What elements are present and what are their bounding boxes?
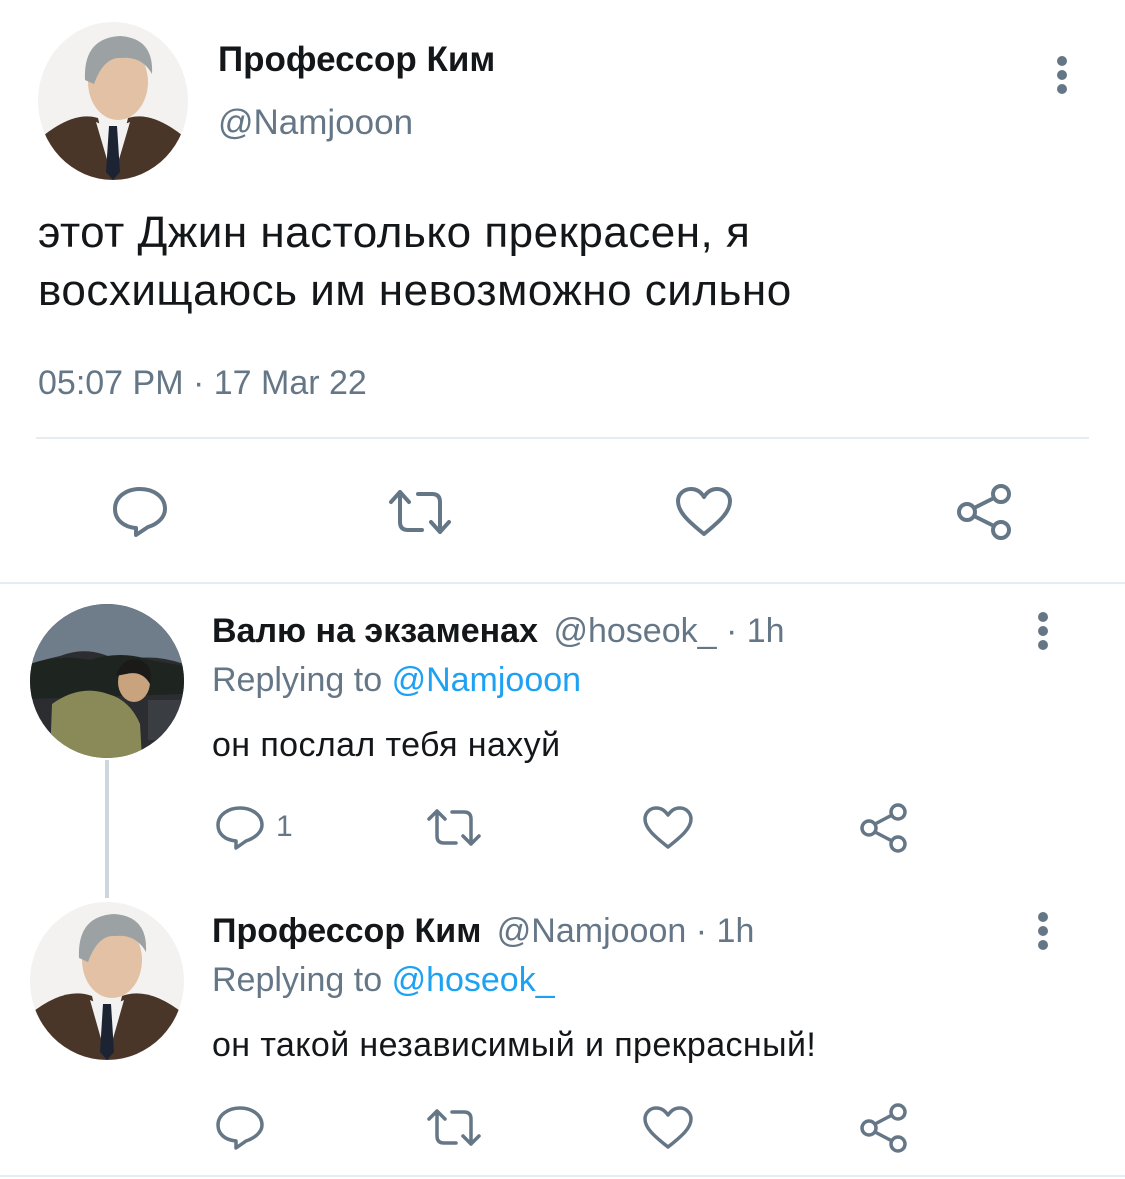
reply-count: 1 (276, 810, 293, 843)
retweet-icon[interactable] (384, 484, 456, 540)
divider (0, 582, 1125, 584)
reply-display-name[interactable]: Валю на экзаменах (212, 612, 538, 650)
retweet-icon[interactable] (423, 1104, 485, 1152)
avatar[interactable] (30, 902, 184, 1060)
reply-display-name[interactable]: Профессор Ким (212, 912, 481, 950)
reply-icon[interactable] (214, 804, 266, 852)
reply-icon[interactable] (214, 1104, 266, 1152)
like-icon[interactable] (641, 1104, 695, 1152)
reply-time[interactable]: 1h (747, 612, 785, 650)
like-icon[interactable] (673, 484, 735, 540)
avatar[interactable] (38, 22, 188, 180)
meta-separator: · (725, 612, 738, 650)
more-options-icon[interactable] (1052, 53, 1072, 97)
share-icon[interactable] (954, 482, 1016, 542)
replying-to-line: Replying to @Namjooon (212, 661, 581, 700)
divider (0, 1175, 1125, 1177)
more-options-icon[interactable] (1033, 909, 1053, 953)
author-handle[interactable]: @Namjooon (218, 103, 413, 143)
tweet-text-line-2: восхищаюсь им невозможно сильно (38, 266, 792, 315)
tweet-timestamp[interactable]: 05:07 PM · 17 Mar 22 (38, 364, 367, 403)
reply-time[interactable]: 1h (717, 912, 755, 950)
reply-handle[interactable]: @hoseok_ (553, 612, 716, 650)
author-display-name[interactable]: Профессор Ким (218, 40, 495, 80)
replying-to-handle-link[interactable]: @hoseok_ (392, 961, 555, 999)
tweet-text-line-1: этот Джин настолько прекрасен, я (38, 208, 751, 257)
replying-to-handle-link[interactable]: @Namjooon (392, 661, 582, 699)
like-icon[interactable] (641, 804, 695, 852)
more-options-icon[interactable] (1033, 609, 1053, 653)
reply-handle[interactable]: @Namjooon (497, 912, 687, 950)
meta-separator: · (695, 912, 708, 950)
divider (36, 437, 1089, 439)
thread-connector-line (105, 760, 109, 898)
reply-header: Валю на экзаменах @hoseok_ · 1h (212, 612, 785, 651)
replying-to-label: Replying to (212, 661, 383, 699)
replying-to-label: Replying to (212, 961, 383, 999)
replying-to-line: Replying to @hoseok_ (212, 961, 555, 1000)
reply-text: он послал тебя нахуй (212, 726, 561, 764)
share-icon[interactable] (858, 1102, 910, 1154)
share-icon[interactable] (858, 802, 910, 854)
reply-icon[interactable] (110, 484, 170, 540)
avatar[interactable] (30, 604, 184, 758)
retweet-icon[interactable] (423, 804, 485, 852)
reply-text: он такой независимый и прекрасный! (212, 1026, 817, 1064)
reply-header: Профессор Ким @Namjooon · 1h (212, 912, 754, 951)
